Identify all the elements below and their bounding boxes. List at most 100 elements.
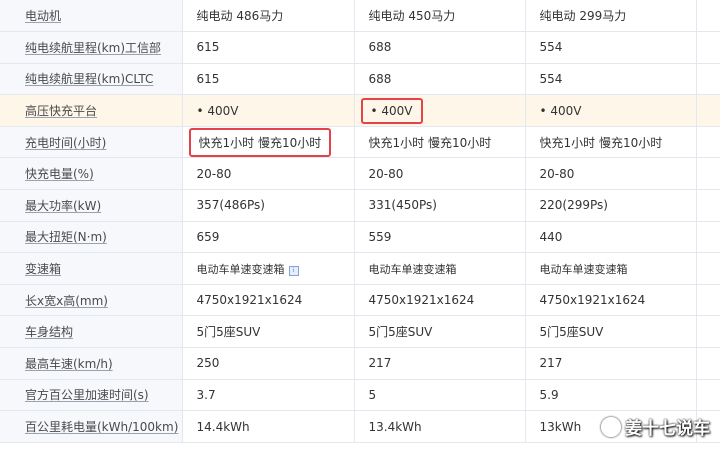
cell-value: 4750x1921x1624	[525, 284, 697, 317]
watermark: 姜十七说车	[601, 414, 710, 439]
cell-value: 电动车单速变速箱 i	[182, 252, 355, 285]
cell-empty	[696, 0, 720, 33]
row-label: 快充电量(%)	[0, 157, 183, 191]
row-label-text[interactable]: 快充电量(%)	[25, 167, 94, 181]
cell-value: 217	[525, 347, 697, 380]
spec-row-fast-charge-platform: 高压快充平台 • 400V • 400V • 400V	[0, 94, 720, 127]
spec-row-charge-time: 充电时间(小时) 快充1小时 慢充10小时 快充1小时 慢充10小时 快充1小时…	[0, 126, 720, 159]
cell-value: 5门5座SUV	[525, 315, 697, 349]
cell-value: 5门5座SUV	[354, 315, 526, 349]
spec-row-motor: 电动机 纯电动 486马力 纯电动 450马力 纯电动 299马力	[0, 0, 720, 33]
spec-row-transmission: 变速箱 电动车单速变速箱 i 电动车单速变速箱 电动车单速变速箱	[0, 252, 720, 285]
row-label-text[interactable]: 百公里耗电量(kWh/100km)	[25, 420, 178, 434]
cell-value-annotated: • 400V	[354, 94, 526, 127]
cell-value: 20-80	[354, 157, 526, 191]
row-label-text[interactable]: 长x宽x高(mm)	[25, 294, 108, 308]
cell-value: 688	[354, 31, 526, 64]
cell-value: 4750x1921x1624	[182, 284, 355, 317]
row-label: 纯电续航里程(km)CLTC	[0, 63, 183, 96]
row-label-text[interactable]: 最大扭矩(N·m)	[25, 230, 107, 244]
cell-value: 纯电动 450马力	[354, 0, 526, 33]
row-label: 纯电续航里程(km)工信部	[0, 31, 183, 64]
cell-value: 20-80	[525, 157, 697, 191]
watermark-logo-icon	[601, 416, 621, 437]
row-label: 最高车速(km/h)	[0, 347, 183, 380]
row-label-text[interactable]: 纯电续航里程(km)工信部	[25, 41, 161, 55]
cell-empty	[696, 221, 720, 254]
row-label: 车身结构	[0, 315, 183, 349]
row-label-text[interactable]: 官方百公里加速时间(s)	[25, 388, 149, 402]
row-label: 百公里耗电量(kWh/100km)	[0, 410, 183, 443]
spec-row-top-speed: 最高车速(km/h) 250 217 217	[0, 347, 720, 380]
watermark-text: 姜十七说车	[625, 419, 710, 439]
spec-row-acceleration: 官方百公里加速时间(s) 3.7 5 5.9	[0, 379, 720, 412]
row-label-text[interactable]: 纯电续航里程(km)CLTC	[25, 72, 153, 86]
spec-row-body-structure: 车身结构 5门5座SUV 5门5座SUV 5门5座SUV	[0, 315, 720, 349]
cell-value: 5门5座SUV	[182, 315, 355, 349]
cell-empty	[696, 252, 720, 285]
cell-value: 纯电动 486马力	[182, 0, 355, 33]
cell-value: 659	[182, 221, 355, 254]
cell-value: 快充1小时 慢充10小时	[525, 126, 697, 159]
cell-empty	[696, 284, 720, 317]
cell-value: 250	[182, 347, 355, 380]
spec-row-range-miit: 纯电续航里程(km)工信部 615 688 554	[0, 31, 720, 64]
cell-empty	[696, 315, 720, 349]
cell-value: 14.4kWh	[182, 410, 355, 443]
row-label: 长x宽x高(mm)	[0, 284, 183, 317]
row-label: 最大扭矩(N·m)	[0, 221, 183, 254]
spec-row-fast-charge-capacity: 快充电量(%) 20-80 20-80 20-80	[0, 157, 720, 191]
cell-empty	[696, 126, 720, 159]
cell-empty	[696, 157, 720, 191]
row-label-text[interactable]: 高压快充平台	[25, 104, 97, 118]
cell-value: 电动车单速变速箱	[525, 252, 697, 285]
row-label-text[interactable]: 最高车速(km/h)	[25, 357, 113, 371]
spec-row-max-torque: 最大扭矩(N·m) 659 559 440	[0, 221, 720, 254]
red-annotation-box: 快充1小时 慢充10小时	[188, 127, 332, 157]
cell-empty	[696, 189, 720, 222]
row-label: 电动机	[0, 0, 183, 33]
cell-value: 3.7	[182, 379, 355, 412]
row-label-text[interactable]: 最大功率(kW)	[25, 199, 101, 213]
cell-value: 357(486Ps)	[182, 189, 355, 222]
row-label-text[interactable]: 车身结构	[25, 325, 73, 339]
cell-empty	[696, 31, 720, 64]
spec-row-dimensions: 长x宽x高(mm) 4750x1921x1624 4750x1921x1624 …	[0, 284, 720, 317]
cell-text: 电动车单速变速箱	[196, 262, 285, 276]
spec-comparison-table: 电动机 纯电动 486马力 纯电动 450马力 纯电动 299马力 纯电续航里程…	[0, 0, 720, 443]
row-label: 变速箱	[0, 252, 183, 285]
cell-value: 217	[354, 347, 526, 380]
cell-empty	[696, 94, 720, 127]
cell-value: 220(299Ps)	[525, 189, 697, 222]
row-label: 官方百公里加速时间(s)	[0, 379, 183, 412]
spec-row-range-cltc: 纯电续航里程(km)CLTC 615 688 554	[0, 63, 720, 96]
info-note-icon[interactable]: i	[288, 265, 299, 276]
cell-value: 440	[525, 221, 697, 254]
cell-empty	[696, 379, 720, 412]
cell-value: 快充1小时 慢充10小时	[354, 126, 526, 159]
row-label-text[interactable]: 变速箱	[25, 262, 61, 276]
cell-value-annotated: 快充1小时 慢充10小时	[182, 126, 355, 159]
cell-value: • 400V	[182, 94, 355, 127]
row-label-text[interactable]: 电动机	[25, 9, 61, 23]
cell-value: • 400V	[525, 94, 697, 127]
cell-value: 331(450Ps)	[354, 189, 526, 222]
cell-value: 电动车单速变速箱	[354, 252, 526, 285]
cell-value: 20-80	[182, 157, 355, 191]
row-label: 最大功率(kW)	[0, 189, 183, 222]
row-label: 高压快充平台	[0, 94, 183, 127]
red-annotation-box: • 400V	[360, 97, 423, 124]
row-label: 充电时间(小时)	[0, 126, 183, 159]
cell-empty	[696, 63, 720, 96]
cell-value: 5.9	[525, 379, 697, 412]
cell-value: 4750x1921x1624	[354, 284, 526, 317]
cell-value: 615	[182, 31, 355, 64]
row-label-text[interactable]: 充电时间(小时)	[25, 136, 106, 150]
cell-empty	[696, 347, 720, 380]
cell-value: 615	[182, 63, 355, 96]
cell-value: 554	[525, 31, 697, 64]
cell-value: 554	[525, 63, 697, 96]
cell-value: 5	[354, 379, 526, 412]
cell-value: 688	[354, 63, 526, 96]
cell-value: 13.4kWh	[354, 410, 526, 443]
